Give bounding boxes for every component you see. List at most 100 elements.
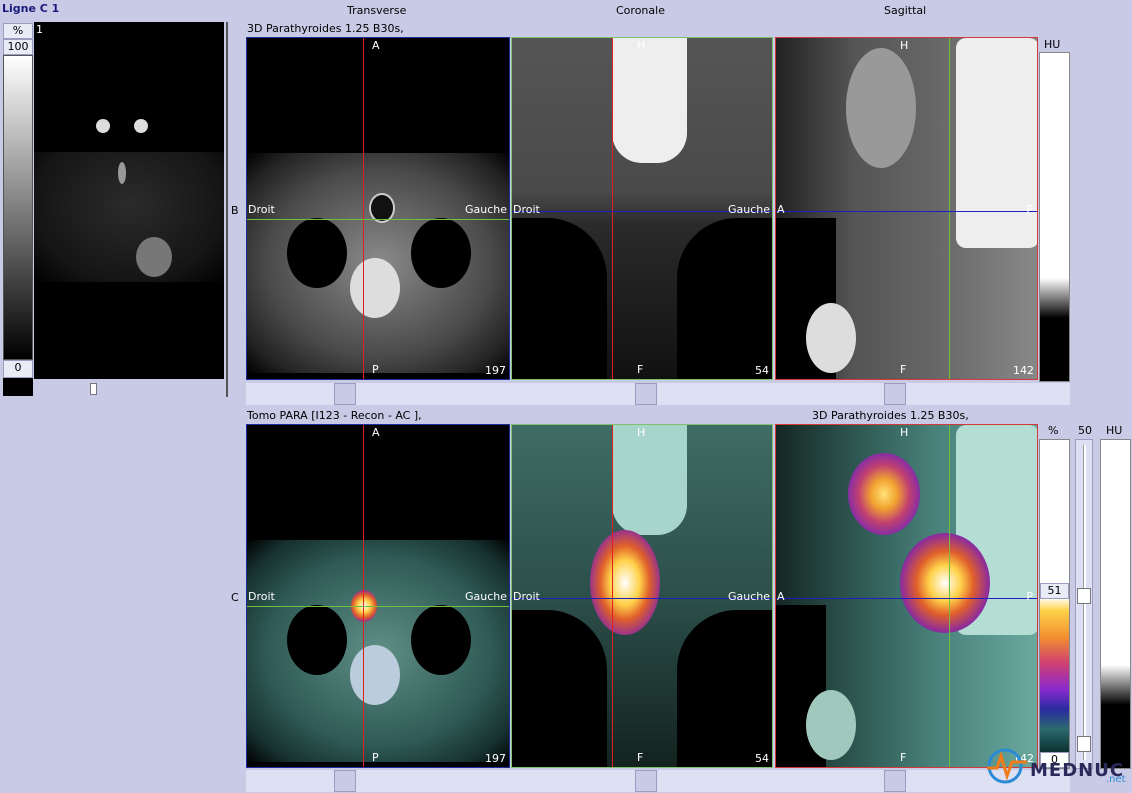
top-sagittal-view[interactable]: H F A P 142 bbox=[775, 37, 1038, 380]
top-sagittal-scroll-thumb[interactable] bbox=[884, 383, 906, 405]
colormap-value-51: 51 bbox=[1040, 583, 1069, 599]
orient-right: P bbox=[1026, 590, 1033, 603]
coronal-bone bbox=[612, 38, 687, 163]
slice-number: 54 bbox=[755, 364, 769, 377]
sagittal-spine bbox=[956, 38, 1037, 248]
lung-left bbox=[411, 605, 471, 675]
planar-image-index: 1 bbox=[36, 23, 43, 36]
window-title: Ligne C 1 bbox=[2, 2, 60, 15]
orient-top: H bbox=[637, 39, 646, 52]
mednuc-logo-icon bbox=[985, 746, 1029, 786]
fusion-blend-slider[interactable] bbox=[1075, 439, 1093, 769]
crosshair-vertical[interactable] bbox=[612, 425, 613, 767]
header-transverse: Transverse bbox=[347, 4, 407, 17]
planar-heart-uptake bbox=[136, 237, 172, 277]
orient-left: Droit bbox=[513, 590, 540, 603]
left-panel-divider bbox=[226, 22, 228, 397]
orient-left: Droit bbox=[513, 203, 540, 216]
crosshair-horizontal[interactable] bbox=[247, 606, 509, 607]
left-percent-label: % bbox=[3, 23, 33, 39]
bottom-sagittal-scroll-thumb[interactable] bbox=[884, 770, 906, 792]
planar-thyroid-uptake bbox=[118, 162, 126, 184]
top-row-letter: B bbox=[231, 204, 239, 217]
top-hu-window-bar[interactable] bbox=[1039, 52, 1070, 382]
bottom-percent-label: % bbox=[1048, 424, 1059, 437]
vertebra bbox=[350, 258, 400, 318]
sagittal-soft-tissue bbox=[846, 48, 916, 168]
bottom-series-label-left: Tomo PARA [I123 - Recon - AC ], bbox=[247, 409, 422, 422]
orient-right: Gauche bbox=[464, 590, 507, 603]
orient-top: H bbox=[900, 426, 909, 439]
slice-number: 142 bbox=[1013, 364, 1034, 377]
pet-colormap-bar[interactable]: 51 0 bbox=[1039, 439, 1070, 769]
coronal-lung-left bbox=[677, 218, 772, 379]
crosshair-horizontal[interactable] bbox=[776, 211, 1037, 212]
crosshair-vertical[interactable] bbox=[949, 425, 950, 767]
header-coronale: Coronale bbox=[616, 4, 665, 17]
orient-right: Gauche bbox=[464, 203, 507, 216]
crosshair-horizontal[interactable] bbox=[776, 598, 1037, 599]
coronal-lung-right bbox=[512, 218, 607, 379]
top-series-label: 3D Parathyroides 1.25 B30s, bbox=[247, 22, 404, 35]
crosshair-vertical[interactable] bbox=[949, 38, 950, 379]
orient-bottom: F bbox=[637, 363, 644, 376]
top-transverse-scroll-thumb[interactable] bbox=[334, 383, 356, 405]
bottom-coronal-scroll-thumb[interactable] bbox=[635, 770, 657, 792]
hotspot-inferior bbox=[900, 533, 990, 633]
slice-number: 197 bbox=[485, 364, 506, 377]
top-coronal-scroll-thumb[interactable] bbox=[635, 383, 657, 405]
bottom-sagittal-fused-view[interactable]: H F A P 142 bbox=[775, 424, 1038, 768]
coronal-bone bbox=[612, 425, 687, 535]
bottom-series-label-right: 3D Parathyroides 1.25 B30s, bbox=[812, 409, 969, 422]
left-grayscale-bar[interactable] bbox=[3, 55, 33, 360]
bottom-value-50: 50 bbox=[1078, 424, 1092, 437]
orient-left: A bbox=[777, 590, 785, 603]
orient-top: A bbox=[372, 426, 380, 439]
orient-top: H bbox=[900, 39, 909, 52]
orient-bottom: F bbox=[900, 751, 907, 764]
orient-top: H bbox=[637, 426, 646, 439]
top-scroll-strip bbox=[246, 383, 1070, 405]
blend-slider-thumb[interactable] bbox=[1077, 588, 1091, 604]
blend-slider-thumb-low[interactable] bbox=[1077, 736, 1091, 752]
orient-bottom: F bbox=[900, 363, 907, 376]
orient-right: P bbox=[1026, 203, 1033, 216]
top-transverse-view[interactable]: A P Droit Gauche 197 bbox=[246, 37, 510, 380]
lung-left bbox=[411, 218, 471, 288]
planar-hotspot-right bbox=[134, 119, 148, 133]
left-scale-bottom: 0 bbox=[3, 360, 33, 378]
orient-bottom: F bbox=[637, 751, 644, 764]
coronal-lung-left bbox=[677, 610, 772, 767]
lung-right bbox=[287, 605, 347, 675]
sagittal-bone bbox=[806, 690, 856, 760]
orient-bottom: P bbox=[372, 751, 379, 764]
crosshair-vertical[interactable] bbox=[363, 38, 364, 379]
planar-neck-uptake bbox=[34, 152, 224, 282]
coronal-lung-right bbox=[512, 610, 607, 767]
orient-left: A bbox=[777, 203, 785, 216]
bottom-coronal-fused-view[interactable]: H F Droit Gauche 54 bbox=[511, 424, 773, 768]
left-bar-cap bbox=[3, 378, 33, 396]
bottom-transverse-scroll-thumb[interactable] bbox=[334, 770, 356, 792]
slice-number: 197 bbox=[485, 752, 506, 765]
bottom-scroll-strip bbox=[246, 770, 1070, 792]
crosshair-vertical[interactable] bbox=[363, 425, 364, 767]
planar-scintigraphy-panel[interactable]: 1 bbox=[34, 22, 224, 379]
bottom-transverse-fused-view[interactable]: A P Droit Gauche 197 bbox=[246, 424, 510, 768]
left-scale-top: 100 bbox=[3, 39, 33, 55]
lung-right bbox=[287, 218, 347, 288]
watermark-suffix: .net bbox=[1106, 774, 1126, 785]
orient-top: A bbox=[372, 39, 380, 52]
header-sagittal: Sagittal bbox=[884, 4, 927, 17]
hu-window-gradient bbox=[1040, 278, 1069, 318]
orient-right: Gauche bbox=[727, 203, 770, 216]
planar-hotspot-left bbox=[96, 119, 110, 133]
crosshair-horizontal[interactable] bbox=[247, 219, 509, 220]
left-slider-thumb[interactable] bbox=[90, 383, 97, 395]
crosshair-vertical[interactable] bbox=[612, 38, 613, 379]
bottom-hu-label: HU bbox=[1106, 424, 1123, 437]
slice-number: 54 bbox=[755, 752, 769, 765]
bottom-hu-window-bar[interactable] bbox=[1100, 439, 1131, 769]
top-coronal-view[interactable]: H F Droit Gauche 54 bbox=[511, 37, 773, 380]
orient-left: Droit bbox=[248, 590, 275, 603]
